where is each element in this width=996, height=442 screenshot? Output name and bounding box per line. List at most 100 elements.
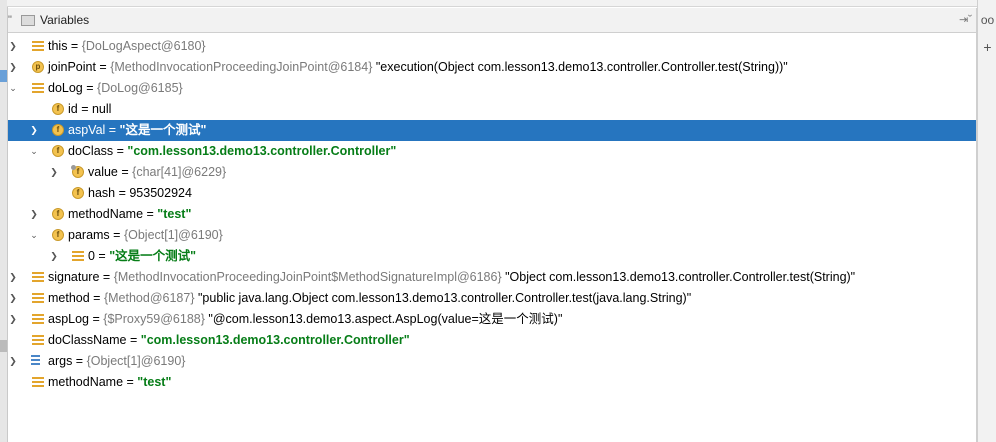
var-value: "这是一个测试": [109, 249, 197, 263]
collapse-arrow-icon[interactable]: ⌄: [8, 78, 18, 99]
gutter-marker: [0, 340, 7, 352]
var-value: "test": [157, 207, 192, 221]
tree-row-signature[interactable]: ❯ signature = {MethodInvocationProceedin…: [8, 267, 976, 288]
var-name: method: [48, 291, 90, 305]
tree-row-params-0[interactable]: ❯ 0 = "这是一个测试": [8, 246, 976, 267]
expand-arrow-icon[interactable]: ❯: [29, 120, 39, 141]
left-gutter: [0, 0, 8, 442]
var-sep: =: [72, 354, 87, 368]
variable-icon: [72, 251, 84, 261]
variables-icon: [21, 14, 35, 26]
tree-row-this[interactable]: ❯ this = {DoLogAspect@6180}: [8, 36, 976, 57]
expand-arrow-icon[interactable]: ❯: [8, 267, 18, 288]
expand-arrow-icon[interactable]: ❯: [8, 36, 18, 57]
hide-panel-icon[interactable]: ⇥˘: [959, 13, 972, 26]
variable-icon: [32, 272, 44, 282]
tree-row-aspval-selected[interactable]: ❯ f aspVal = "这是一个测试": [8, 120, 976, 141]
tree-row-method[interactable]: ❯ method = {Method@6187} "public java.la…: [8, 288, 976, 309]
variable-icon: [32, 314, 44, 324]
var-sep: =: [117, 165, 133, 179]
var-sep: =: [95, 60, 111, 74]
field-icon: f: [72, 187, 84, 199]
var-sep: =: [143, 207, 158, 221]
var-ref: {DoLogAspect@6180}: [81, 39, 206, 53]
add-watch-button[interactable]: +: [980, 40, 995, 55]
var-value: 953502924: [129, 186, 192, 200]
collapse-arrow-icon[interactable]: ⌄: [29, 141, 39, 162]
tree-row-asplog[interactable]: ❯ aspLog = {$Proxy59@6188} "@com.lesson1…: [8, 309, 976, 330]
variables-tree: ❯ this = {DoLogAspect@6180} ❯ p joinPoin…: [8, 36, 976, 393]
field-icon: f: [52, 103, 64, 115]
watches-glasses-icon[interactable]: oo: [980, 13, 995, 28]
collapse-arrow-icon[interactable]: ⌄: [29, 225, 39, 246]
var-ref: {$Proxy59@6188}: [103, 312, 205, 326]
field-icon: f: [52, 124, 64, 136]
expand-arrow-icon[interactable]: ❯: [49, 162, 59, 183]
var-sep: =: [94, 249, 110, 263]
tree-row-params[interactable]: ⌄ f params = {Object[1]@6190}: [8, 225, 976, 246]
var-name: aspLog: [48, 312, 90, 326]
var-sep: =: [105, 123, 120, 137]
field-icon: f: [52, 208, 64, 220]
var-sep: =: [89, 312, 104, 326]
var-ref: {Method@6187}: [103, 291, 195, 305]
var-value: "这是一个测试": [119, 123, 207, 137]
tree-row-dolog[interactable]: ⌄ doLog = {DoLog@6185}: [8, 78, 976, 99]
var-sep: =: [113, 144, 128, 158]
var-value: "test": [137, 375, 172, 389]
variable-icon: [32, 83, 44, 93]
tree-row-methodname-field[interactable]: ❯ f methodName = "test": [8, 204, 976, 225]
var-ref: {char[41]@6229}: [132, 165, 227, 179]
expand-arrow-icon[interactable]: ❯: [29, 204, 39, 225]
var-ref: {MethodInvocationProceedingJoinPoint$Met…: [113, 270, 502, 284]
tree-row-value[interactable]: ❯ f value = {char[41]@6229}: [8, 162, 976, 183]
field-icon: f: [52, 145, 64, 157]
header-dots: ": [8, 14, 12, 26]
var-value: "com.lesson13.demo13.controller.Controll…: [140, 333, 410, 347]
field-icon: f: [52, 229, 64, 241]
variable-icon: [32, 377, 44, 387]
gutter-marker: [0, 70, 7, 82]
var-sep: =: [82, 81, 98, 95]
tree-row-joinpoint[interactable]: ❯ p joinPoint = {MethodInvocationProceed…: [8, 57, 976, 78]
expand-arrow-icon[interactable]: ❯: [8, 288, 18, 309]
var-ref: {Object[1]@6190}: [86, 354, 186, 368]
var-value: "Object com.lesson13.demo13.controller.C…: [501, 270, 856, 284]
variable-icon: [32, 293, 44, 303]
var-value: "com.lesson13.demo13.controller.Controll…: [127, 144, 397, 158]
panel-title: Variables: [40, 13, 90, 27]
var-ref: {Object[1]@6190}: [123, 228, 223, 242]
tree-row-hash[interactable]: f hash = 953502924: [8, 183, 976, 204]
expand-arrow-icon[interactable]: ❯: [8, 309, 18, 330]
expand-arrow-icon[interactable]: ❯: [49, 246, 59, 267]
var-sep: =: [77, 102, 92, 116]
array-icon: [28, 355, 40, 368]
var-name: methodName: [68, 207, 144, 221]
watches-toolbar: oo +: [977, 0, 996, 442]
var-sep: =: [89, 291, 104, 305]
var-name: this: [48, 39, 68, 53]
final-lock-icon: [71, 165, 76, 170]
var-name: args: [48, 354, 73, 368]
var-ref: {DoLog@6185}: [97, 81, 183, 95]
expand-arrow-icon[interactable]: ❯: [8, 351, 18, 372]
var-sep: =: [67, 39, 82, 53]
tree-row-id[interactable]: f id = null: [8, 99, 976, 120]
expand-arrow-icon[interactable]: ❯: [8, 57, 18, 78]
var-name: doClassName: [48, 333, 127, 347]
tree-row-args[interactable]: ❯ args = {Object[1]@6190}: [8, 351, 976, 372]
var-name: joinPoint: [48, 60, 96, 74]
var-value: "public java.lang.Object com.lesson13.de…: [194, 291, 692, 305]
parameter-icon: p: [32, 61, 44, 73]
variable-icon: [32, 335, 44, 345]
tree-row-doclass[interactable]: ⌄ f doClass = "com.lesson13.demo13.contr…: [8, 141, 976, 162]
var-name: params: [68, 228, 110, 242]
var-value: "execution(Object com.lesson13.demo13.co…: [372, 60, 788, 74]
var-sep: =: [126, 333, 141, 347]
tree-row-methodname[interactable]: methodName = "test": [8, 372, 976, 393]
var-name: value: [88, 165, 118, 179]
var-name: doLog: [48, 81, 83, 95]
tree-row-doclassname[interactable]: doClassName = "com.lesson13.demo13.contr…: [8, 330, 976, 351]
var-value: "@com.lesson13.demo13.aspect.AspLog(valu…: [204, 312, 563, 326]
var-sep: =: [115, 186, 130, 200]
